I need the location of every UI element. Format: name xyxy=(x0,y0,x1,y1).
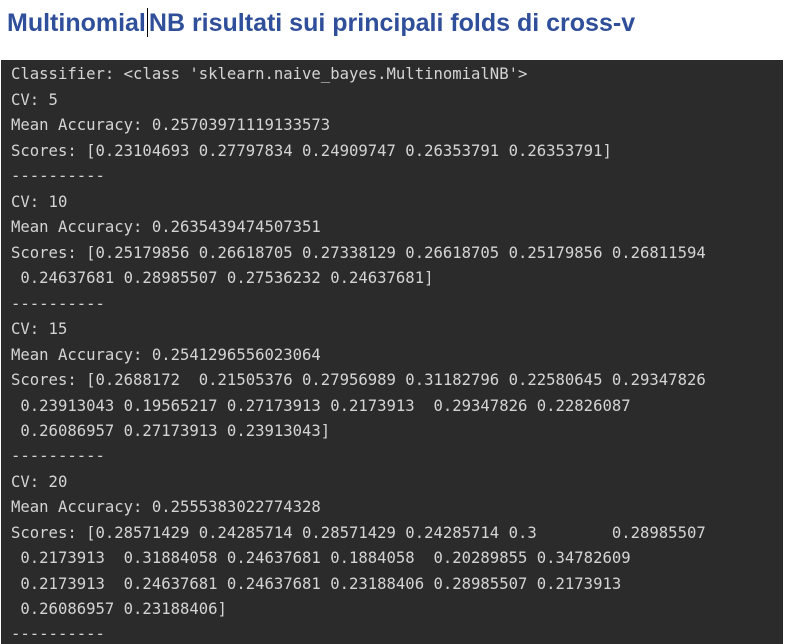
output-line: Scores: [0.2688172 0.21505376 0.27956989… xyxy=(11,371,706,389)
output-line: 0.26086957 0.27173913 0.23913043] xyxy=(11,422,331,440)
output-line: Mean Accuracy: 0.2541296556023064 xyxy=(11,346,321,364)
page-title: Multinomial NB risultati sui principali f… xyxy=(7,3,635,43)
output-line: Mean Accuracy: 0.2635439474507351 xyxy=(11,218,321,236)
output-line: Classifier: <class 'sklearn.naive_bayes.… xyxy=(11,65,528,83)
console-output: Classifier: <class 'sklearn.naive_bayes.… xyxy=(1,60,783,644)
output-line: 0.2173913 0.31884058 0.24637681 0.188405… xyxy=(11,549,631,567)
output-line: Scores: [0.23104693 0.27797834 0.2490974… xyxy=(11,142,612,160)
text-cursor xyxy=(146,7,148,37)
output-line: 0.24637681 0.28985507 0.27536232 0.24637… xyxy=(11,269,434,287)
output-line: Scores: [0.25179856 0.26618705 0.2733812… xyxy=(11,244,706,262)
page-title-part1: Multinomial xyxy=(7,9,146,37)
page-title-part2: NB risultati sui principali folds di cro… xyxy=(148,9,636,37)
output-line: Mean Accuracy: 0.25703971119133573 xyxy=(11,116,331,134)
output-line: Mean Accuracy: 0.2555383022774328 xyxy=(11,498,321,516)
output-line: 0.23913043 0.19565217 0.27173913 0.21739… xyxy=(11,397,631,415)
output-line: 0.26086957 0.23188406] xyxy=(11,600,227,618)
output-separator: ---------- xyxy=(11,447,105,465)
output-separator: ---------- xyxy=(11,625,105,643)
output-line: CV: 5 xyxy=(11,91,58,109)
output-separator: ---------- xyxy=(11,167,105,185)
output-line: Scores: [0.28571429 0.24285714 0.2857142… xyxy=(11,524,706,542)
output-line: CV: 20 xyxy=(11,473,68,491)
output-line: CV: 10 xyxy=(11,193,68,211)
output-separator: ---------- xyxy=(11,295,105,313)
output-line: CV: 15 xyxy=(11,320,68,338)
output-line: 0.2173913 0.24637681 0.24637681 0.231884… xyxy=(11,575,622,593)
